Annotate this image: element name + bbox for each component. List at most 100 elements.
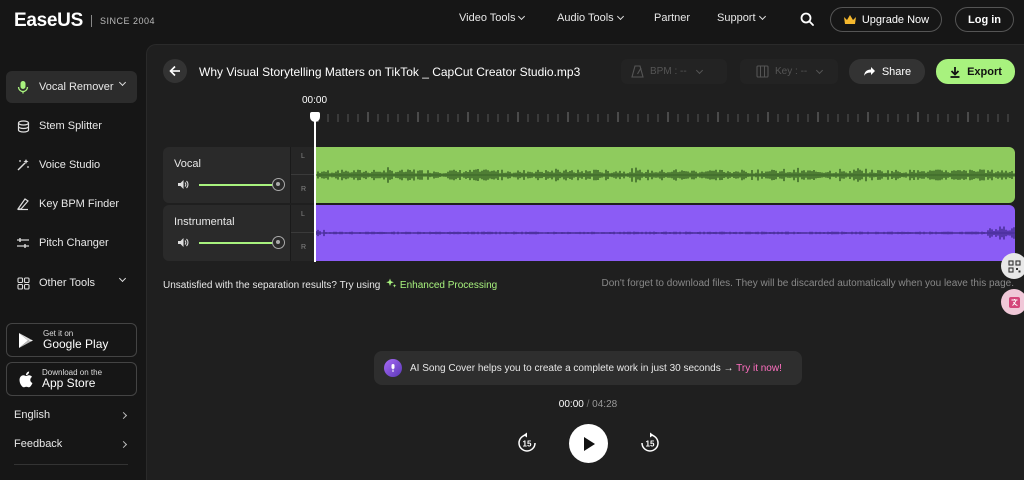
playhead-line <box>314 120 316 262</box>
channel-left-label: L <box>301 211 305 218</box>
sidebar-item-voice-studio[interactable]: Voice Studio <box>6 149 137 181</box>
logo-divider <box>90 15 92 27</box>
sidebar-item-other-tools[interactable]: Other Tools <box>6 267 137 299</box>
skip-forward-15-button[interactable]: 15 <box>639 432 661 454</box>
chevron-down-icon <box>118 274 127 283</box>
ai-song-cover-banner[interactable]: AI Song Cover helps you to create a comp… <box>374 351 802 385</box>
skip-forward-label: 15 <box>646 440 655 449</box>
track-name: Vocal <box>174 158 201 170</box>
sidebar-item-label: Other Tools <box>39 277 96 289</box>
skip-back-15-button[interactable]: 15 <box>516 432 538 454</box>
waveform-vocal[interactable] <box>314 147 1015 203</box>
nav-audio-tools[interactable]: Audio Tools <box>557 12 624 24</box>
arrow-left-icon <box>169 65 180 77</box>
time-separator: / <box>586 399 590 410</box>
metronome-icon <box>631 65 644 78</box>
back-button[interactable] <box>163 59 187 83</box>
google-play-big-text: Google Play <box>43 336 109 351</box>
download-icon <box>950 66 960 78</box>
nav-support[interactable]: Support <box>717 12 766 24</box>
sidebar-item-label: Key BPM Finder <box>39 198 120 210</box>
search-icon[interactable] <box>800 12 814 26</box>
chevron-right-icon <box>119 440 128 448</box>
top-navigation: EaseUS SINCE 2004 Video Tools Audio Tool… <box>0 0 1024 40</box>
channel-right-label: R <box>301 244 307 251</box>
track-header-instrumental: Instrumental <box>163 205 290 261</box>
chevron-down-icon <box>616 12 624 21</box>
music-key-icon <box>16 197 30 211</box>
key-label: Key : -- <box>775 66 808 77</box>
piano-key-icon <box>756 65 769 78</box>
sidebar-item-key-bpm-finder[interactable]: Key BPM Finder <box>6 188 137 220</box>
language-selector[interactable]: English <box>14 409 128 421</box>
upgrade-label: Upgrade Now <box>861 13 930 26</box>
sidebar-item-stem-splitter[interactable]: Stem Splitter <box>6 110 137 142</box>
channel-divider <box>291 232 315 233</box>
volume-slider-track[interactable] <box>199 242 279 244</box>
brand-name: EaseUS <box>14 10 83 31</box>
grid-icon <box>16 276 30 290</box>
file-title: Why Visual Storytelling Matters on TikTo… <box>199 65 581 79</box>
skip-back-label: 15 <box>523 440 532 449</box>
bpm-label: BPM : -- <box>650 66 687 77</box>
channel-indicator: L R <box>290 205 315 261</box>
promo-text: AI Song Cover helps you to create a comp… <box>410 362 734 374</box>
channel-divider <box>291 174 315 175</box>
feedback-label: Feedback <box>14 438 63 450</box>
channel-right-label: R <box>301 186 307 193</box>
channel-left-label: L <box>301 153 305 160</box>
key-indicator: Key : -- <box>740 59 838 84</box>
upgrade-button[interactable]: Upgrade Now <box>830 7 942 32</box>
waveform-instrumental[interactable] <box>314 205 1015 261</box>
volume-icon[interactable] <box>177 237 189 248</box>
volume-slider-track[interactable] <box>199 184 279 186</box>
channel-indicator: L R <box>290 147 315 203</box>
timeline-ruler[interactable] <box>316 110 1016 124</box>
play-button[interactable] <box>569 424 608 463</box>
chevron-down-icon <box>695 66 703 74</box>
crown-icon <box>843 15 856 24</box>
chevron-right-icon <box>119 411 128 419</box>
qr-code-icon <box>1007 259 1021 273</box>
sparkle-icon <box>386 278 397 288</box>
sliders-icon <box>16 236 30 250</box>
sidebar-item-pitch-changer[interactable]: Pitch Changer <box>6 227 137 259</box>
apple-icon <box>19 371 33 387</box>
track-header-vocal: Vocal <box>163 147 290 203</box>
total-duration: 04:28 <box>592 399 618 410</box>
login-label: Log in <box>968 13 1001 26</box>
try-it-now-link[interactable]: Try it now! <box>736 363 782 374</box>
feedback-link[interactable]: Feedback <box>14 438 128 450</box>
chevron-down-icon <box>816 66 824 74</box>
bpm-indicator: BPM : -- <box>621 59 727 84</box>
language-label: English <box>14 409 51 421</box>
volume-slider-handle[interactable] <box>272 178 285 191</box>
google-play-icon <box>19 332 33 348</box>
separation-hint: Unsatisfied with the separation results?… <box>163 278 497 291</box>
google-play-button[interactable]: Get it on Google Play <box>6 323 137 357</box>
floating-translate-button[interactable] <box>1001 289 1024 315</box>
chevron-down-icon <box>118 78 127 87</box>
share-button[interactable]: Share <box>849 59 925 84</box>
export-button[interactable]: Export <box>936 59 1015 84</box>
sidebar-divider <box>14 464 128 465</box>
brand-logo[interactable]: EaseUS SINCE 2004 <box>14 10 155 32</box>
chevron-down-icon <box>758 12 766 21</box>
nav-support-label: Support <box>717 12 756 24</box>
nav-video-tools[interactable]: Video Tools <box>459 12 526 24</box>
app-store-button[interactable]: Download on the App Store <box>6 362 137 396</box>
nav-partner[interactable]: Partner <box>654 12 690 24</box>
stack-icon <box>16 119 30 133</box>
volume-slider-handle[interactable] <box>272 236 285 249</box>
sidebar-item-label: Voice Studio <box>39 159 101 171</box>
sparkle-wand-icon <box>16 158 30 172</box>
volume-icon[interactable] <box>177 179 189 190</box>
app-store-big-text: App Store <box>42 375 96 390</box>
microphone-icon <box>16 80 30 94</box>
sidebar-item-vocal-remover[interactable]: Vocal Remover <box>6 71 137 103</box>
enhanced-processing-link[interactable]: Enhanced Processing <box>383 278 498 291</box>
floating-qr-button[interactable] <box>1001 253 1024 279</box>
sidebar-item-label: Stem Splitter <box>39 120 102 132</box>
enhanced-processing-label: Enhanced Processing <box>399 280 498 291</box>
login-button[interactable]: Log in <box>955 7 1014 32</box>
